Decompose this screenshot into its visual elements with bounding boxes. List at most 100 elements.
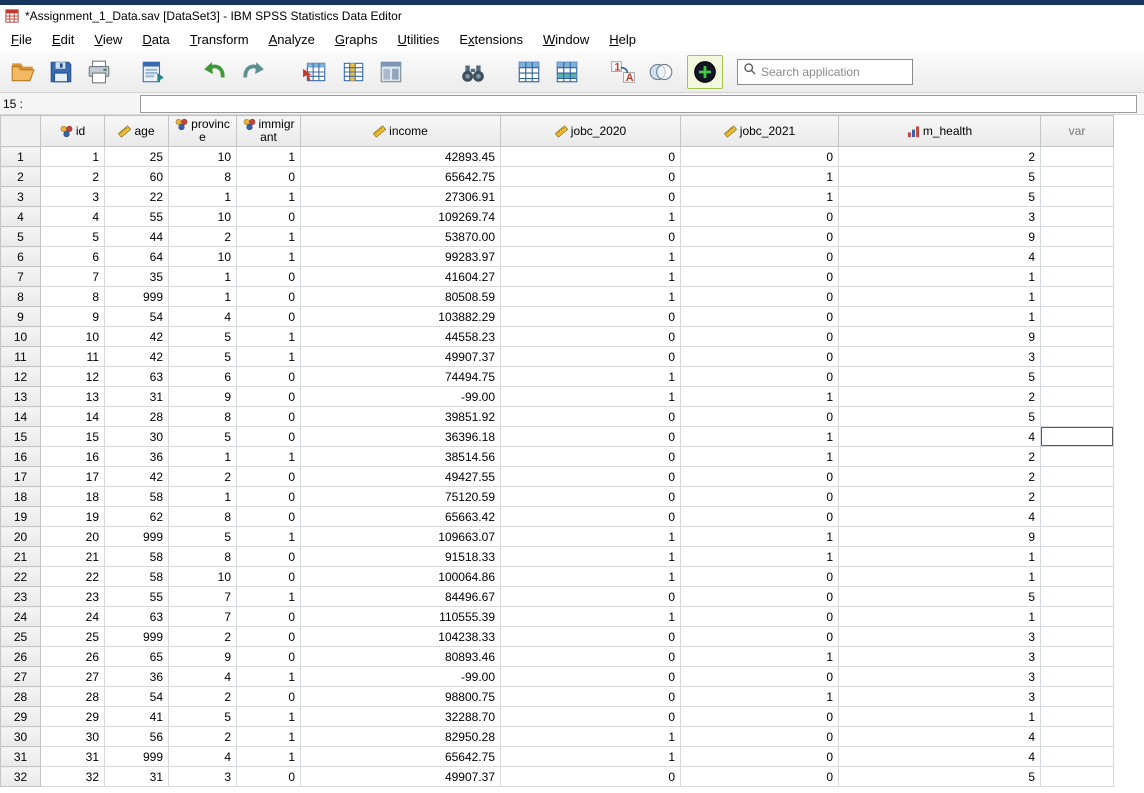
cell-province[interactable]: 2 [169,227,237,247]
cell-immigrant[interactable]: 1 [237,227,301,247]
cell-m_health[interactable]: 4 [839,727,1041,747]
cell-income[interactable]: 53870.00 [301,227,501,247]
use-variable-sets-button[interactable] [643,55,679,89]
cell-income[interactable]: 42893.45 [301,147,501,167]
cell-var[interactable] [1041,507,1114,527]
cell-province[interactable]: 2 [169,627,237,647]
cell-province[interactable]: 3 [169,767,237,787]
cell-id[interactable]: 23 [41,587,105,607]
cell-jobc_2020[interactable]: 0 [501,667,681,687]
cell-immigrant[interactable]: 0 [237,207,301,227]
cell-province[interactable]: 1 [169,487,237,507]
cell-jobc_2021[interactable]: 0 [681,567,839,587]
cell-var[interactable] [1041,687,1114,707]
cell-var[interactable] [1041,247,1114,267]
cell-m_health[interactable]: 5 [839,587,1041,607]
row-header-15[interactable]: 15 [1,427,41,447]
cell-immigrant[interactable]: 0 [237,387,301,407]
row-header-32[interactable]: 32 [1,767,41,787]
cell-m_health[interactable]: 2 [839,467,1041,487]
cell-immigrant[interactable]: 0 [237,367,301,387]
cell-m_health[interactable]: 2 [839,387,1041,407]
cell-jobc_2020[interactable]: 0 [501,327,681,347]
cell-income[interactable]: 49427.55 [301,467,501,487]
cell-var[interactable] [1041,467,1114,487]
cell-m_health[interactable]: 1 [839,547,1041,567]
cell-m_health[interactable]: 3 [839,347,1041,367]
cell-id[interactable]: 22 [41,567,105,587]
cell-jobc_2020[interactable]: 0 [501,227,681,247]
cell-immigrant[interactable]: 0 [237,427,301,447]
cell-jobc_2020[interactable]: 0 [501,427,681,447]
corner-cell[interactable] [1,116,41,147]
cell-income[interactable]: 80893.46 [301,647,501,667]
row-header-6[interactable]: 6 [1,247,41,267]
cell-jobc_2020[interactable]: 0 [501,627,681,647]
cell-jobc_2021[interactable]: 1 [681,527,839,547]
cell-var[interactable] [1041,227,1114,247]
cell-m_health[interactable]: 1 [839,267,1041,287]
cell-age[interactable]: 36 [105,667,169,687]
cell-id[interactable]: 25 [41,627,105,647]
cell-immigrant[interactable]: 1 [237,587,301,607]
cell-age[interactable]: 30 [105,427,169,447]
menu-edit[interactable]: Edit [42,29,84,50]
cell-age[interactable]: 60 [105,167,169,187]
cell-id[interactable]: 21 [41,547,105,567]
cell-province[interactable]: 5 [169,327,237,347]
cell-jobc_2020[interactable]: 0 [501,447,681,467]
cell-immigrant[interactable]: 1 [237,247,301,267]
cell-id[interactable]: 12 [41,367,105,387]
cell-age[interactable]: 999 [105,527,169,547]
cell-age[interactable]: 63 [105,607,169,627]
row-header-17[interactable]: 17 [1,467,41,487]
cell-var[interactable] [1041,607,1114,627]
cell-province[interactable]: 1 [169,267,237,287]
cell-jobc_2020[interactable]: 1 [501,367,681,387]
cell-income[interactable]: 27306.91 [301,187,501,207]
cell-id[interactable]: 5 [41,227,105,247]
col-header-immigrant[interactable]: immigrant [237,116,301,147]
col-header-var[interactable]: var [1041,116,1114,147]
cell-province[interactable]: 2 [169,467,237,487]
cell-province[interactable]: 8 [169,167,237,187]
cell-editor-input[interactable] [140,95,1137,113]
cell-province[interactable]: 9 [169,387,237,407]
cell-var[interactable] [1041,707,1114,727]
cell-var[interactable] [1041,527,1114,547]
row-header-25[interactable]: 25 [1,627,41,647]
cell-id[interactable]: 6 [41,247,105,267]
cell-income[interactable]: -99.00 [301,387,501,407]
cell-var[interactable] [1041,387,1114,407]
select-cases-button[interactable] [549,55,585,89]
cell-age[interactable]: 58 [105,487,169,507]
cell-age[interactable]: 22 [105,187,169,207]
cell-jobc_2020[interactable]: 1 [501,727,681,747]
cell-income[interactable]: 65642.75 [301,167,501,187]
row-header-27[interactable]: 27 [1,667,41,687]
cell-id[interactable]: 18 [41,487,105,507]
cell-jobc_2020[interactable]: 1 [501,527,681,547]
cell-id[interactable]: 4 [41,207,105,227]
cell-id[interactable]: 20 [41,527,105,547]
row-header-1[interactable]: 1 [1,147,41,167]
row-header-7[interactable]: 7 [1,267,41,287]
cell-var[interactable] [1041,187,1114,207]
cell-id[interactable]: 27 [41,667,105,687]
cell-jobc_2021[interactable]: 0 [681,227,839,247]
cell-m_health[interactable]: 1 [839,607,1041,627]
cell-id[interactable]: 13 [41,387,105,407]
cell-province[interactable]: 10 [169,147,237,167]
cell-province[interactable]: 4 [169,667,237,687]
cell-m_health[interactable]: 5 [839,367,1041,387]
cell-immigrant[interactable]: 1 [237,187,301,207]
cell-m_health[interactable]: 9 [839,527,1041,547]
cell-m_health[interactable]: 4 [839,247,1041,267]
col-header-jobc_2020[interactable]: jobc_2020 [501,116,681,147]
row-header-13[interactable]: 13 [1,387,41,407]
cell-age[interactable]: 55 [105,207,169,227]
cell-age[interactable]: 65 [105,647,169,667]
menu-utilities[interactable]: Utilities [387,29,449,50]
cell-var[interactable] [1041,407,1114,427]
cell-jobc_2021[interactable]: 1 [681,687,839,707]
